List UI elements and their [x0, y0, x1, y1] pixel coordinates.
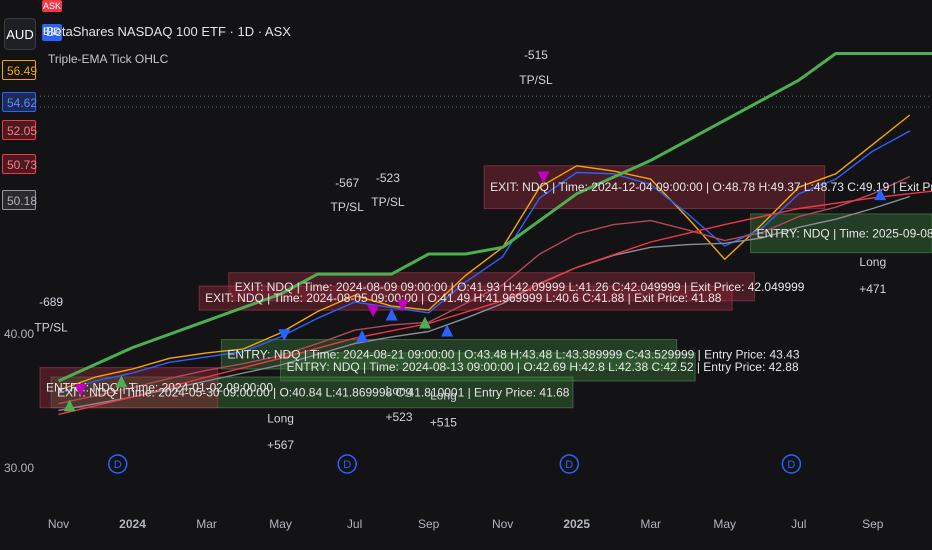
trade-annotation: Long	[859, 255, 886, 269]
x-tick-label: Sep	[418, 517, 440, 531]
trade-annotation: -523	[376, 171, 400, 185]
dividend-label: D	[787, 459, 795, 471]
price-label: 52.05	[2, 120, 37, 140]
x-tick-label: Jul	[791, 517, 806, 531]
ask-badge[interactable]: ASK	[42, 0, 62, 12]
price-chart[interactable]: Nov 2024 Mar May Jul Sep Nov 2025 Mar May Jul Sep 40…	[0, 0, 932, 550]
currency-button[interactable]: AUD	[4, 18, 36, 50]
trade-annotation: -515	[524, 48, 548, 62]
trade-annotation: TP/SL	[371, 195, 405, 209]
trade-label: EXIT: NDQ | Time: 2024-08-05 09:00:00 | …	[205, 291, 722, 305]
trade-annotation: +567	[267, 438, 294, 452]
trade-annotation: Long	[267, 411, 294, 425]
price-label: 50.73	[2, 154, 37, 174]
trade-annotation: -567	[335, 176, 359, 190]
trade-annotation: +515	[430, 415, 457, 429]
dividend-label: D	[114, 459, 122, 471]
y-tick-label: 30.00	[4, 461, 34, 475]
trade-label: ENTRY: NDQ | Time: 2025-09-08 09:00:00 |…	[757, 226, 932, 240]
price-label: 50.18	[2, 190, 37, 210]
price-label: 54.62	[2, 92, 37, 112]
trade-annotation: Long	[430, 389, 457, 403]
trade-annotation: TP/SL	[519, 73, 553, 87]
price-label: 56.49	[2, 60, 37, 80]
x-tick-label: 2025	[563, 517, 590, 531]
dividend-label: D	[565, 459, 573, 471]
symbol-title: BetaShares NASDAQ 100 ETF · 1D · ASX	[46, 24, 291, 39]
dividend-label: D	[343, 459, 351, 471]
x-tick-label: Jul	[347, 517, 362, 531]
trade-annotation: +523	[386, 410, 413, 424]
x-tick-label: May	[713, 517, 736, 531]
trade-label: EXIT: NDQ | Time: 2024-12-04 09:00:00 | …	[490, 180, 932, 194]
x-tick-label: May	[269, 517, 292, 531]
trade-annotation: +471	[859, 282, 886, 296]
x-tick-label: Mar	[196, 517, 217, 531]
trade-annotation: TP/SL	[331, 200, 365, 214]
trade-annotation: Long	[386, 383, 413, 397]
trade-annotation: -689	[39, 295, 63, 309]
x-tick-label: Nov	[492, 517, 513, 531]
x-tick-label: 2024	[119, 517, 146, 531]
x-tick-label: Nov	[48, 517, 69, 531]
trade-annotation: TP/SL	[34, 321, 68, 335]
x-tick-label: Sep	[862, 517, 884, 531]
y-tick-label: 40.00	[4, 327, 34, 341]
trade-label: ENTRY: NDQ | Time: 2024-08-13 09:00:00 |…	[287, 360, 799, 374]
x-tick-label: Mar	[640, 517, 661, 531]
indicator-name[interactable]: Triple-EMA Tick OHLC	[48, 52, 168, 66]
